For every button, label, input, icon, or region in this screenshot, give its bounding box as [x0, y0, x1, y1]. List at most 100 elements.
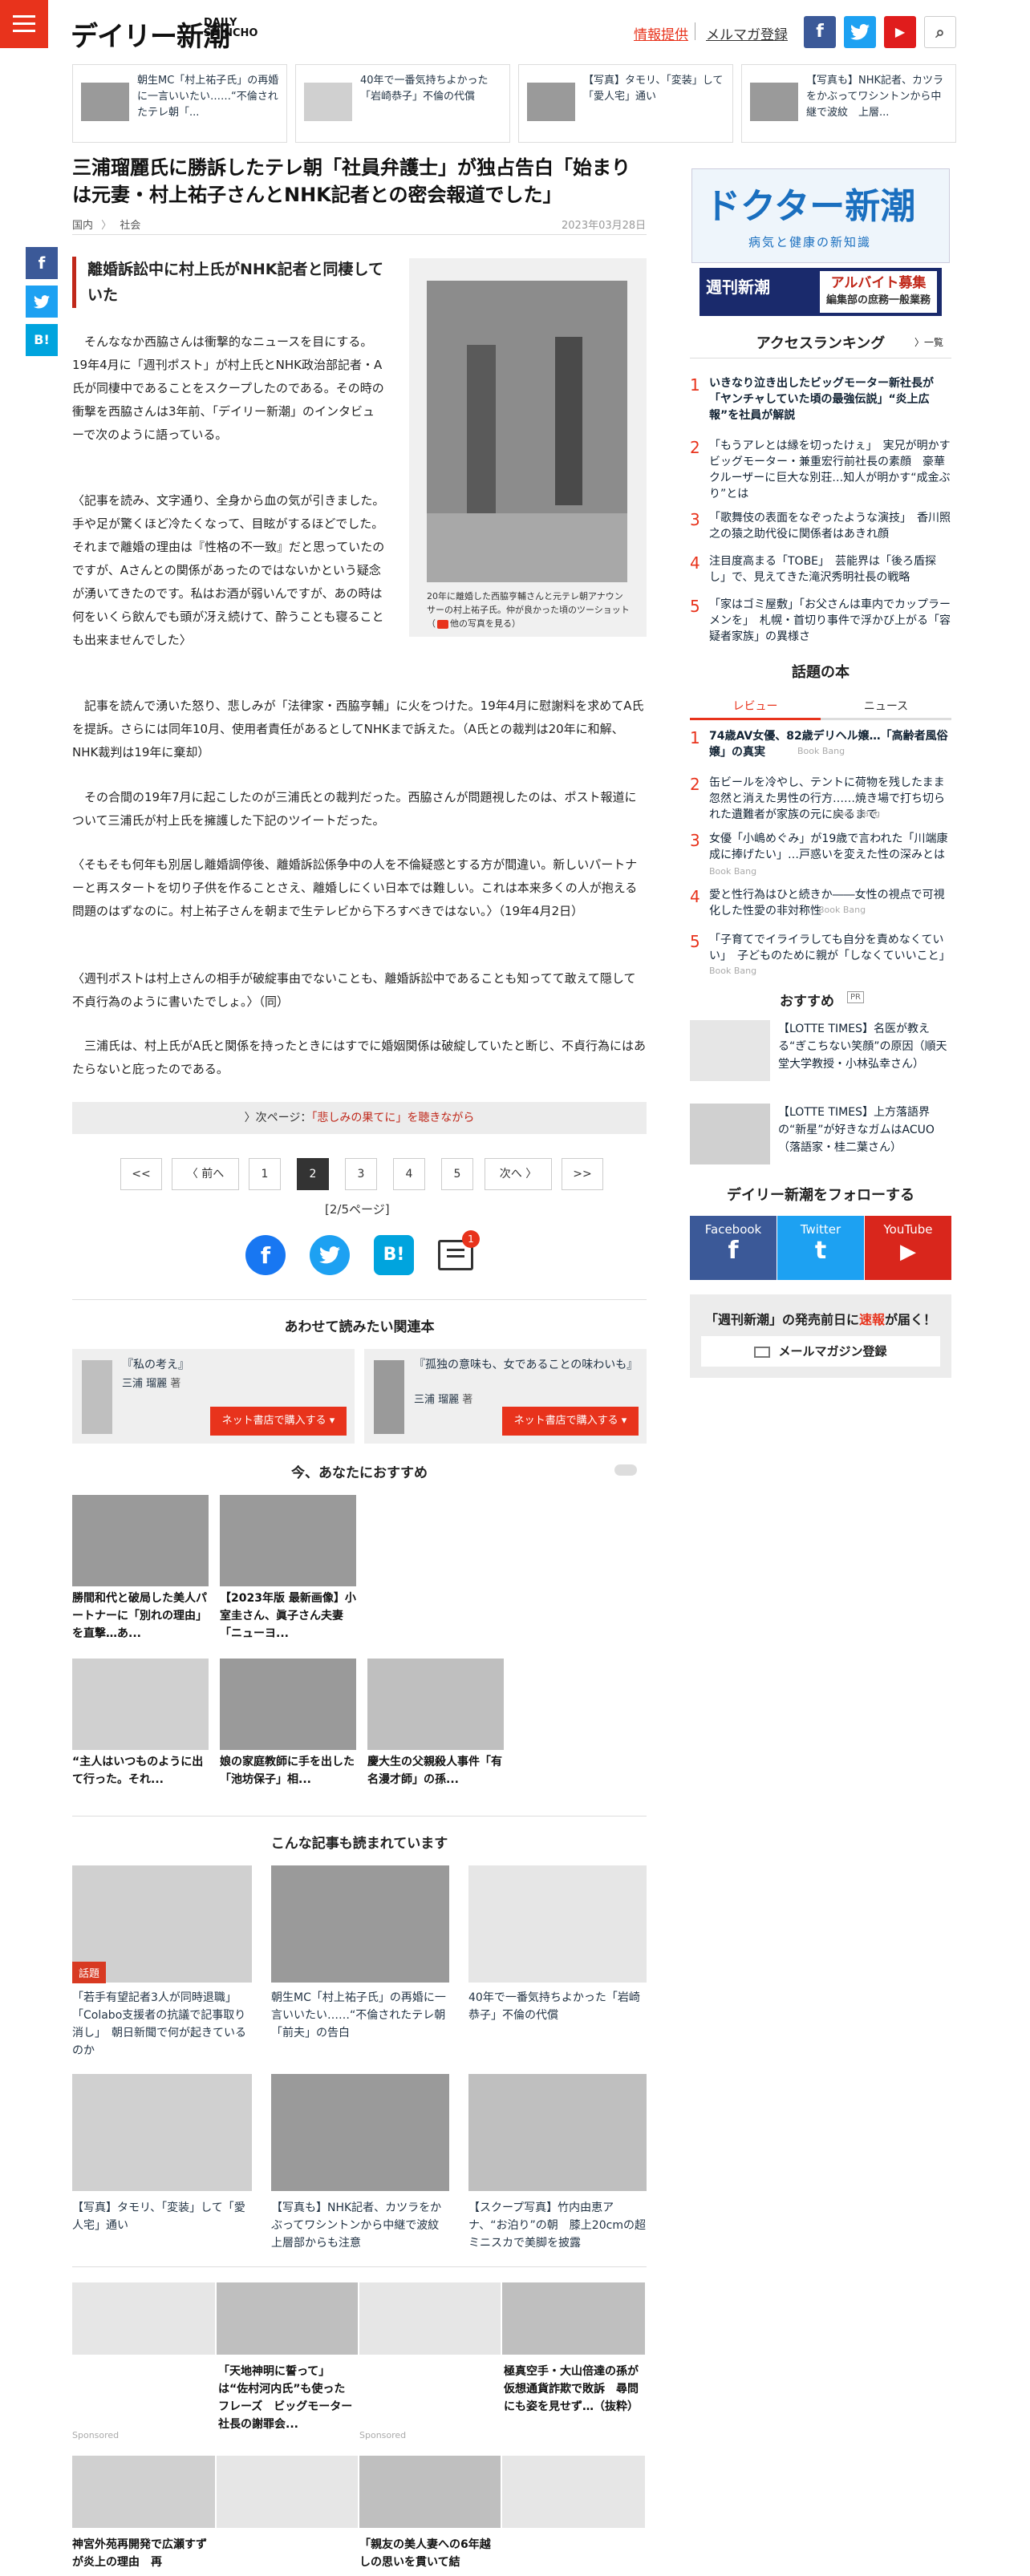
also-read-item[interactable]: 「若手有望記者3人が同時退職」「Colabo支援者の抗議で記事取り消し」 朝日新…	[72, 1989, 252, 2060]
adchoices-icon[interactable]	[614, 1464, 637, 1476]
recommend-thumbnail[interactable]	[220, 1659, 356, 1750]
breadcrumb-society[interactable]: 社会	[120, 220, 140, 232]
recommend-item[interactable]: 勝間和代と破局した美人パートナーに「別れの理由」を直撃…あ...	[72, 1590, 209, 1642]
newsletter-link[interactable]: メルマガ登録	[706, 23, 788, 43]
ranking-item[interactable]: 4 注目度高まる「TOBE」 芸能界は「後ろ盾探し」で、見えてきた滝沢秀明社長の戦…	[690, 553, 951, 589]
more-photos-link[interactable]: 他の写真を見る	[450, 618, 512, 629]
recommend-thumbnail[interactable]	[72, 1495, 209, 1586]
sponsored-item[interactable]: 「親友の美人妻への6年越しの思いを貫いて結	[359, 2536, 501, 2571]
follow-youtube-button[interactable]: YouTube ▶	[865, 1216, 951, 1280]
ranking-list-link[interactable]: 〉一覧	[914, 335, 943, 349]
recommend-item[interactable]: 慶大生の父親殺人事件「有名漫才師」の孫...	[367, 1753, 504, 1788]
divider	[72, 234, 647, 235]
doctor-shincho-banner[interactable]: ドクター新潮 病気と健康の新知識	[691, 168, 950, 263]
buy-book-button[interactable]: ネット書店で購入する ▾	[210, 1407, 347, 1436]
pagination-next[interactable]: 次へ 〉	[485, 1158, 552, 1190]
recommend-item[interactable]: 【2023年版 最新画像】小室圭さん、眞子さん夫妻「ニューヨ...	[220, 1590, 356, 1642]
pagination-prev[interactable]: 〈 前へ	[172, 1158, 239, 1190]
recommend-item[interactable]: “主人はいつものように出て行った。それ...	[72, 1753, 209, 1788]
paragraph: 三浦氏は、村上氏がA氏と関係を持ったときにはすでに婚姻関係は破綻していたと断じ、…	[72, 1039, 646, 1076]
pagination-page[interactable]: 5	[441, 1158, 473, 1190]
sponsored-item[interactable]: 神宮外苑再開発で広瀬すずが炎上の理由 再	[72, 2536, 215, 2571]
sponsored-thumbnail[interactable]	[217, 2282, 358, 2355]
twitter-icon[interactable]	[844, 16, 876, 48]
youtube-icon[interactable]: ▶	[884, 16, 916, 48]
sponsored-thumbnail[interactable]	[359, 2282, 501, 2355]
sponsored-thumbnail[interactable]	[217, 2456, 358, 2528]
strip-item-text: 【写真】タモリ、「変装」して「愛人宅」通い	[583, 75, 724, 103]
strip-thumbnail	[527, 83, 575, 121]
also-read-item[interactable]: 【スクープ写真】竹内由恵アナ、“お泊り”の朝 膝上20cmの超ミニスカで美脚を披…	[468, 2199, 647, 2252]
facebook-icon[interactable]: f	[804, 16, 836, 48]
facebook-share-button[interactable]: f	[26, 247, 58, 279]
ranking-item[interactable]: 1 いきなり泣き出したビッグモーター新社長が「ヤンチャしていた頃の最強伝説」“炎上…	[690, 375, 951, 423]
osusume-thumbnail[interactable]	[690, 1104, 770, 1164]
recruit-banner[interactable]: 週刊新潮 アルバイト募集 編集部の庶務一般業務	[700, 268, 942, 316]
also-read-thumbnail[interactable]	[271, 2074, 449, 2191]
recommend-thumbnail[interactable]	[367, 1659, 504, 1750]
book-item[interactable]: 2 缶ビールを冷やし、テントに荷物を残したまま忽然と消えた男性の行方……焼き場で打…	[690, 775, 951, 823]
osusume-item[interactable]: 【LOTTE TIMES】名医が教える“ぎこちない笑顔”の原因（順天堂大学教授・…	[778, 1020, 951, 1073]
facebook-share-icon[interactable]: f	[245, 1235, 286, 1275]
strip-item[interactable]: 【写真】タモリ、「変装」して「愛人宅」通い	[518, 64, 733, 143]
search-icon[interactable]: ⌕	[924, 16, 956, 48]
book-item[interactable]: 1 74歳AV女優、82歳デリヘル嬢…「高齢者風俗嬢」の真実 Book Bang	[690, 728, 951, 770]
follow-facebook-button[interactable]: Facebook f	[690, 1216, 777, 1280]
ranking-heading: アクセスランキング	[756, 335, 886, 352]
book-item[interactable]: 4 愛と性行為はひと続きか――女性の視点で可視化した性愛の非対称性 Book Ban…	[690, 887, 951, 922]
sponsored-thumbnail[interactable]	[502, 2282, 645, 2355]
also-read-thumbnail[interactable]	[72, 2074, 252, 2191]
strip-thumbnail	[304, 83, 352, 121]
also-read-thumbnail[interactable]	[468, 1865, 647, 1983]
tab-review[interactable]: レビュー	[690, 696, 821, 720]
related-book-card[interactable]: 『孤独の意味も、女であることの味わいも』 三浦 瑠麗 著 ネット書店で購入する …	[364, 1349, 647, 1444]
next-page-link[interactable]: 〉次ページ：「悲しみの果てに」を聴きながら	[72, 1102, 647, 1134]
pagination-page[interactable]: 4	[393, 1158, 425, 1190]
hatena-share-icon[interactable]: B!	[374, 1235, 414, 1275]
book-item[interactable]: 5 「子育てでイライラしても自分を責めなくていい」 子どものために親が「しなくてい…	[690, 932, 951, 980]
sponsored-thumbnail[interactable]	[502, 2456, 645, 2528]
recommend-thumbnail[interactable]	[220, 1495, 356, 1586]
pagination-first[interactable]: <<	[120, 1158, 162, 1190]
strip-item[interactable]: 【写真も】NHK記者、カツラをかぶってワシントンから中継で波紋 上層...	[741, 64, 956, 143]
sponsored-item[interactable]: 「天地神明に誓って」は“佐村河内氏”も使ったフレーズ ビッグモーター社長の謝罪会…	[218, 2363, 356, 2433]
youtube-icon: ▶	[900, 1240, 916, 1264]
related-book-card[interactable]: 『私の考え』 三浦 瑠麗 著 ネット書店で購入する ▾	[72, 1349, 355, 1444]
pagination-page[interactable]: 1	[249, 1158, 281, 1190]
ranking-item[interactable]: 5 「家はゴミ屋敷」「お父さんは車内でカップラーメンを」 札幌・首切り事件で浮かび…	[690, 597, 951, 645]
sponsored-thumbnail[interactable]	[72, 2456, 215, 2528]
also-read-item[interactable]: 【写真】タモリ、「変装」して「愛人宅」通い	[72, 2199, 252, 2234]
pagination-page[interactable]: 3	[345, 1158, 377, 1190]
also-read-thumbnail[interactable]	[271, 1865, 449, 1983]
also-read-item[interactable]: 40年で一番気持ちよかった「岩崎恭子」不倫の代償	[468, 1989, 647, 2024]
pagination-last[interactable]: >>	[562, 1158, 603, 1190]
tab-news[interactable]: ニュース	[821, 696, 951, 720]
sponsored-thumbnail[interactable]	[72, 2282, 215, 2355]
recommend-item[interactable]: 娘の家庭教師に手を出した「池坊保子」相...	[220, 1753, 356, 1788]
hatena-share-button[interactable]: B!	[26, 324, 58, 356]
also-read-item[interactable]: 朝生MC「村上祐子氏」の再婚に一言いいたい……“不倫されたテレ朝「前夫」の告白	[271, 1989, 449, 2042]
ranking-item[interactable]: 3 「歌舞伎の表面をなぞったような演技」 香川照之の猿之助代役に関係者はあきれ顔	[690, 510, 951, 545]
buy-book-button[interactable]: ネット書店で購入する ▾	[502, 1407, 639, 1436]
osusume-thumbnail[interactable]	[690, 1020, 770, 1081]
twitter-share-icon[interactable]	[310, 1235, 350, 1275]
menu-button[interactable]	[0, 0, 48, 48]
recommend-thumbnail[interactable]	[72, 1659, 209, 1750]
newsletter-signup-button[interactable]: メールマガジン登録	[701, 1336, 940, 1367]
sponsored-thumbnail[interactable]	[359, 2456, 501, 2528]
follow-twitter-button[interactable]: Twitter t	[777, 1216, 864, 1280]
article-photo[interactable]	[427, 281, 627, 582]
ranking-item[interactable]: 2 「もうアレとは縁を切ったけぇ」 実兄が明かすビッグモーター・兼重宏行前社長の素…	[690, 438, 951, 502]
breadcrumb-domestic[interactable]: 国内	[72, 220, 93, 232]
strip-item[interactable]: 40年で一番気持ちよかった「岩崎恭子」不倫の代償	[295, 64, 510, 143]
sponsored-item[interactable]: 極真空手・大山倍達の孫が仮想通貨詐欺で敗訴 尋問にも姿を見せず…（抜粋）	[504, 2363, 642, 2416]
pagination-page-current[interactable]: 2	[297, 1158, 329, 1190]
also-read-item[interactable]: 【写真も】NHK記者、カツラをかぶってワシントンから中継で波紋 上層部からも注意	[271, 2199, 450, 2252]
newsletter-box: 「週刊新潮」の発売前日に速報が届く！ メールマガジン登録	[690, 1294, 951, 1378]
info-link[interactable]: 情報提供	[634, 23, 688, 43]
osusume-item[interactable]: 【LOTTE TIMES】上方落語界の“新星”が好きなガムはACUO（落語家・桂…	[778, 1104, 951, 1156]
strip-item[interactable]: 朝生MC「村上祐子氏」の再婚に一言いいたい……“不倫されたテレ朝「...	[72, 64, 287, 143]
twitter-share-button[interactable]	[26, 286, 58, 318]
also-read-thumbnail[interactable]	[468, 2074, 647, 2191]
book-item[interactable]: 3 女優「小嶋めぐみ」が19歳で言われた「川端康成に捧げたい」…戸惑いを変えた性の…	[690, 831, 951, 879]
